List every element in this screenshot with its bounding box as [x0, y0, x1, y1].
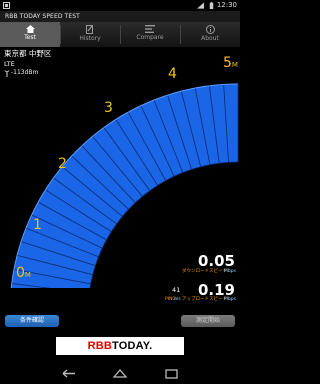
tab-bar: Test History Compare About	[0, 22, 240, 48]
status-time: 12:30	[216, 1, 237, 9]
battery-icon	[209, 2, 214, 9]
upload-unit: Mbps	[224, 297, 236, 302]
gauge-scale-label: 1	[33, 217, 42, 233]
tab-label: About	[201, 35, 219, 42]
notification-icon	[3, 2, 10, 9]
upload-label: アップロードスピード	[182, 297, 227, 302]
wifi-signal-icon	[197, 2, 204, 9]
antenna-icon	[4, 69, 10, 77]
status-bar: 12:30	[0, 0, 240, 11]
download-unit: Mbps	[224, 269, 236, 274]
start-test-button[interactable]: 測定開始	[181, 315, 235, 327]
back-icon[interactable]	[62, 369, 76, 378]
tab-about[interactable]: About	[180, 22, 240, 47]
tab-history[interactable]: History	[60, 22, 120, 47]
gauge-scale-label: 3	[104, 100, 113, 116]
download-label: ダウンロードスピード	[182, 269, 227, 274]
download-value: 0.05	[197, 252, 235, 270]
ad-banner[interactable]: RBBTODAY.	[56, 337, 184, 355]
home-icon	[25, 25, 35, 33]
compare-icon	[145, 25, 155, 33]
ping-unit: ms	[174, 297, 181, 302]
check-conditions-button[interactable]: 条件確認	[5, 315, 59, 327]
gauge-scale-label: 5M	[223, 55, 238, 71]
rbb-today-logo: RBBTODAY.	[87, 340, 153, 352]
gauge-scale-label: 2	[58, 156, 67, 172]
tab-label: Test	[24, 34, 36, 41]
location-text: 東京都 中野区	[4, 49, 52, 58]
info-icon	[205, 25, 215, 34]
recents-icon[interactable]	[165, 369, 178, 379]
system-nav-bar	[0, 364, 240, 384]
upload-value: 0.19	[197, 281, 235, 299]
tab-label: Compare	[136, 34, 164, 41]
tab-label: History	[79, 35, 101, 42]
network-type: LTE	[4, 60, 15, 68]
tab-test[interactable]: Test	[0, 22, 60, 47]
gauge-scale-label: 4	[168, 66, 177, 82]
app-title: RBB TODAY SPEED TEST	[5, 13, 80, 20]
history-icon	[86, 25, 93, 34]
home-nav-icon[interactable]	[113, 369, 127, 378]
tab-compare[interactable]: Compare	[120, 22, 180, 47]
ping-value: 41	[172, 286, 181, 294]
signal-value: -113dBm	[11, 69, 39, 76]
signal-strength: -113dBm	[4, 69, 38, 77]
